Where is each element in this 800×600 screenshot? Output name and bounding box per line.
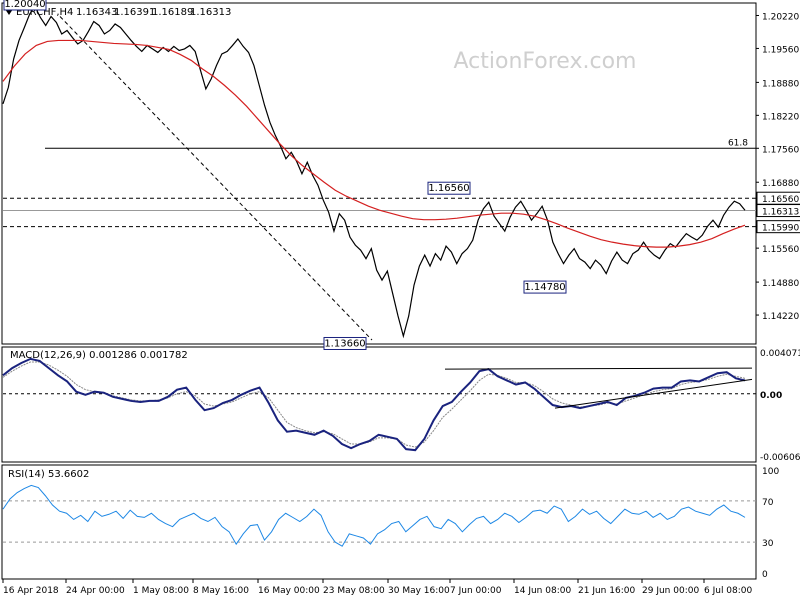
time-axis-tick: 16 Apr 2018	[3, 586, 59, 596]
time-axis-tick: 23 May 08:00	[323, 586, 385, 596]
time-axis-tick: 30 May 16:00	[388, 586, 450, 596]
price-axis-tick: 1.14880	[762, 279, 799, 289]
rsi-axis-tick: 0	[762, 570, 768, 580]
price-close: 1.16313	[190, 7, 231, 18]
price-axis-tick: 1.15990	[762, 224, 799, 234]
time-axis-tick: 7 Jun 00:00	[450, 586, 502, 596]
time-axis-tick: 14 Jun 08:00	[514, 586, 571, 596]
price-axis-tick: 1.16560	[762, 195, 799, 205]
macd-axis-tick: -0.006069	[760, 453, 800, 463]
macd-axis-tick: 0.004071	[760, 349, 800, 359]
time-axis-tick: 8 May 16:00	[193, 586, 249, 596]
rsi-axis-tick: 70	[762, 498, 774, 508]
price-axis-tick: 1.17560	[762, 145, 799, 155]
price-axis-tick: 1.20220	[762, 12, 799, 22]
time-axis-tick: 24 Apr 00:00	[66, 586, 125, 596]
price-open: 1.16343	[76, 7, 117, 18]
label-resistance: 1.16560	[428, 183, 469, 194]
time-axis-tick: 16 May 00:00	[258, 586, 320, 596]
macd-axis-tick: 0.00	[760, 391, 782, 401]
rsi-axis-tick: 100	[762, 467, 779, 477]
price-axis-tick: 1.19560	[762, 45, 799, 55]
label-support: 1.14780	[524, 282, 565, 293]
rsi-axis-tick: 30	[762, 539, 774, 549]
label-high: 1.20040	[4, 0, 45, 10]
price-axis-tick: 1.16313	[762, 208, 799, 218]
price-high: 1.16391	[114, 7, 155, 18]
price-axis-tick: 1.18880	[762, 79, 799, 89]
label-low: 1.13660	[324, 338, 365, 349]
price-low: 1.16189	[152, 7, 193, 18]
price-axis-tick: 1.15560	[762, 245, 799, 255]
watermark: ActionForex.com	[454, 49, 637, 74]
time-axis-tick: 21 Jun 16:00	[578, 586, 635, 596]
time-axis-tick: 1 May 08:00	[133, 586, 189, 596]
forex-chart: ActionForex.com EURCHF,H4 1.16343 1.1639…	[0, 0, 800, 600]
time-axis-tick: 29 Jun 00:00	[642, 586, 699, 596]
price-axis-tick: 1.16880	[762, 179, 799, 189]
price-axis-tick: 1.18220	[762, 112, 799, 122]
time-axis-tick: 6 Jul 08:00	[704, 586, 753, 596]
rsi-header: RSI(14) 53.6602	[8, 469, 89, 480]
fib-level-label: 61.8	[728, 138, 748, 148]
price-axis-tick: 1.14220	[762, 312, 799, 322]
